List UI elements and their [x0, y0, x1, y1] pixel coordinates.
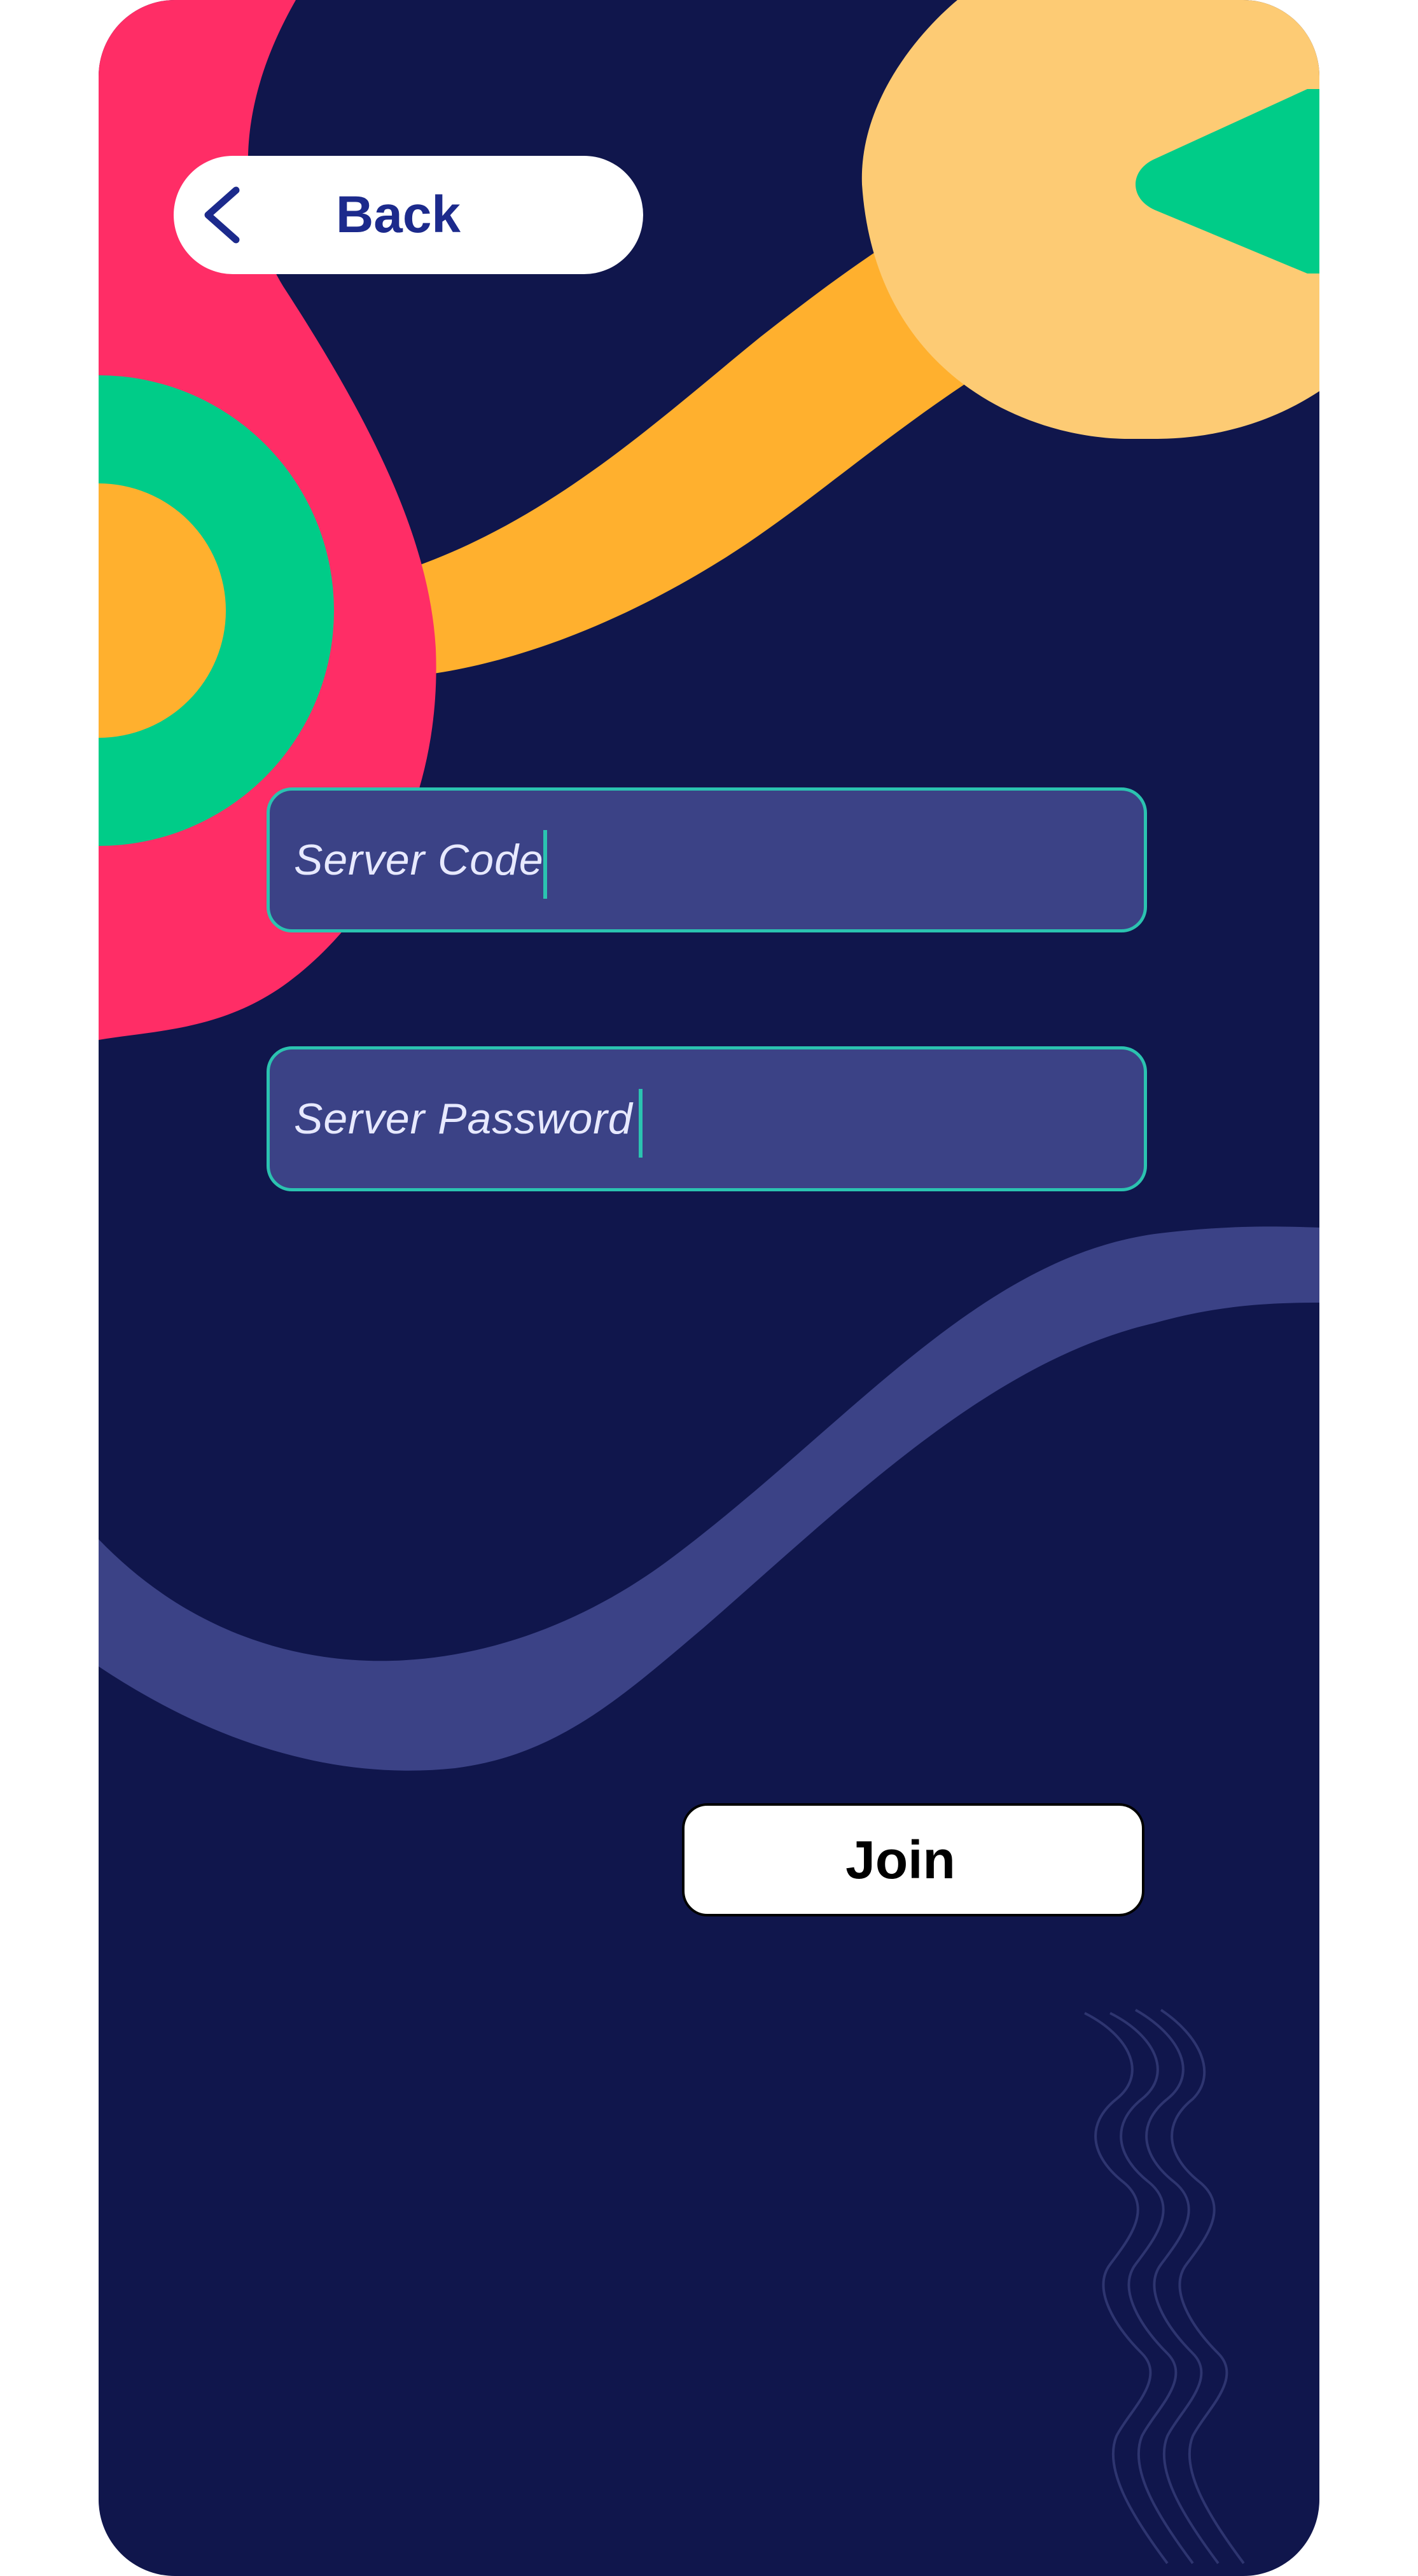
- back-button-label: Back: [336, 186, 461, 244]
- text-caret: [639, 1089, 643, 1158]
- server-password-placeholder: Server Password: [294, 1095, 633, 1143]
- back-button[interactable]: Back: [174, 156, 643, 274]
- chevron-left-icon: [204, 186, 240, 244]
- join-button-label: Join: [845, 1830, 956, 1890]
- lavender-wave-shape: [99, 1226, 1319, 1771]
- squiggle-lines: [1084, 2009, 1245, 2565]
- phone-screen: Back Server Code Server Password Join: [99, 0, 1319, 2576]
- server-password-input[interactable]: Server Password: [267, 1046, 1147, 1191]
- text-caret: [543, 830, 547, 899]
- server-code-placeholder: Server Code: [294, 836, 544, 884]
- server-code-input[interactable]: Server Code: [267, 787, 1147, 932]
- join-button[interactable]: Join: [682, 1803, 1144, 1916]
- background-illustration: [99, 0, 1319, 2565]
